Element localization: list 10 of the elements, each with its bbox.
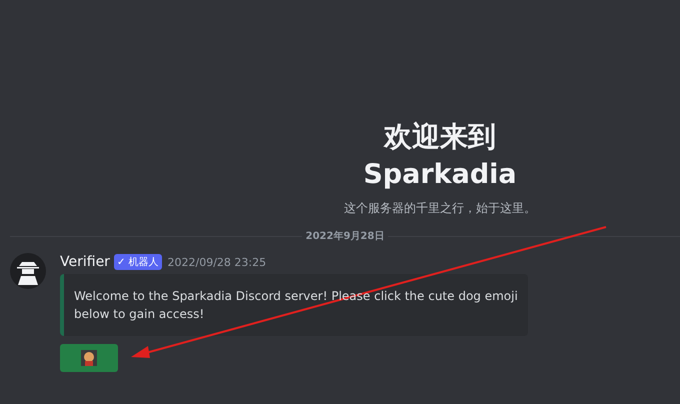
emoji-button[interactable] bbox=[60, 344, 118, 372]
bot-tag: ✓ 机器人 bbox=[114, 254, 162, 270]
avatar-icon[interactable] bbox=[10, 253, 46, 289]
date-divider: 2022年9月28日 bbox=[304, 230, 386, 243]
author-name[interactable]: Verifier bbox=[60, 254, 110, 270]
welcome-subtitle: 这个服务器的千里之行，始于这里。 bbox=[344, 200, 536, 217]
server-name: Sparkadia bbox=[363, 158, 517, 192]
message-timestamp: 2022/09/28 23:25 bbox=[168, 256, 266, 268]
welcome-title: 欢迎来到 bbox=[384, 119, 496, 155]
emoji-icon bbox=[81, 350, 97, 366]
